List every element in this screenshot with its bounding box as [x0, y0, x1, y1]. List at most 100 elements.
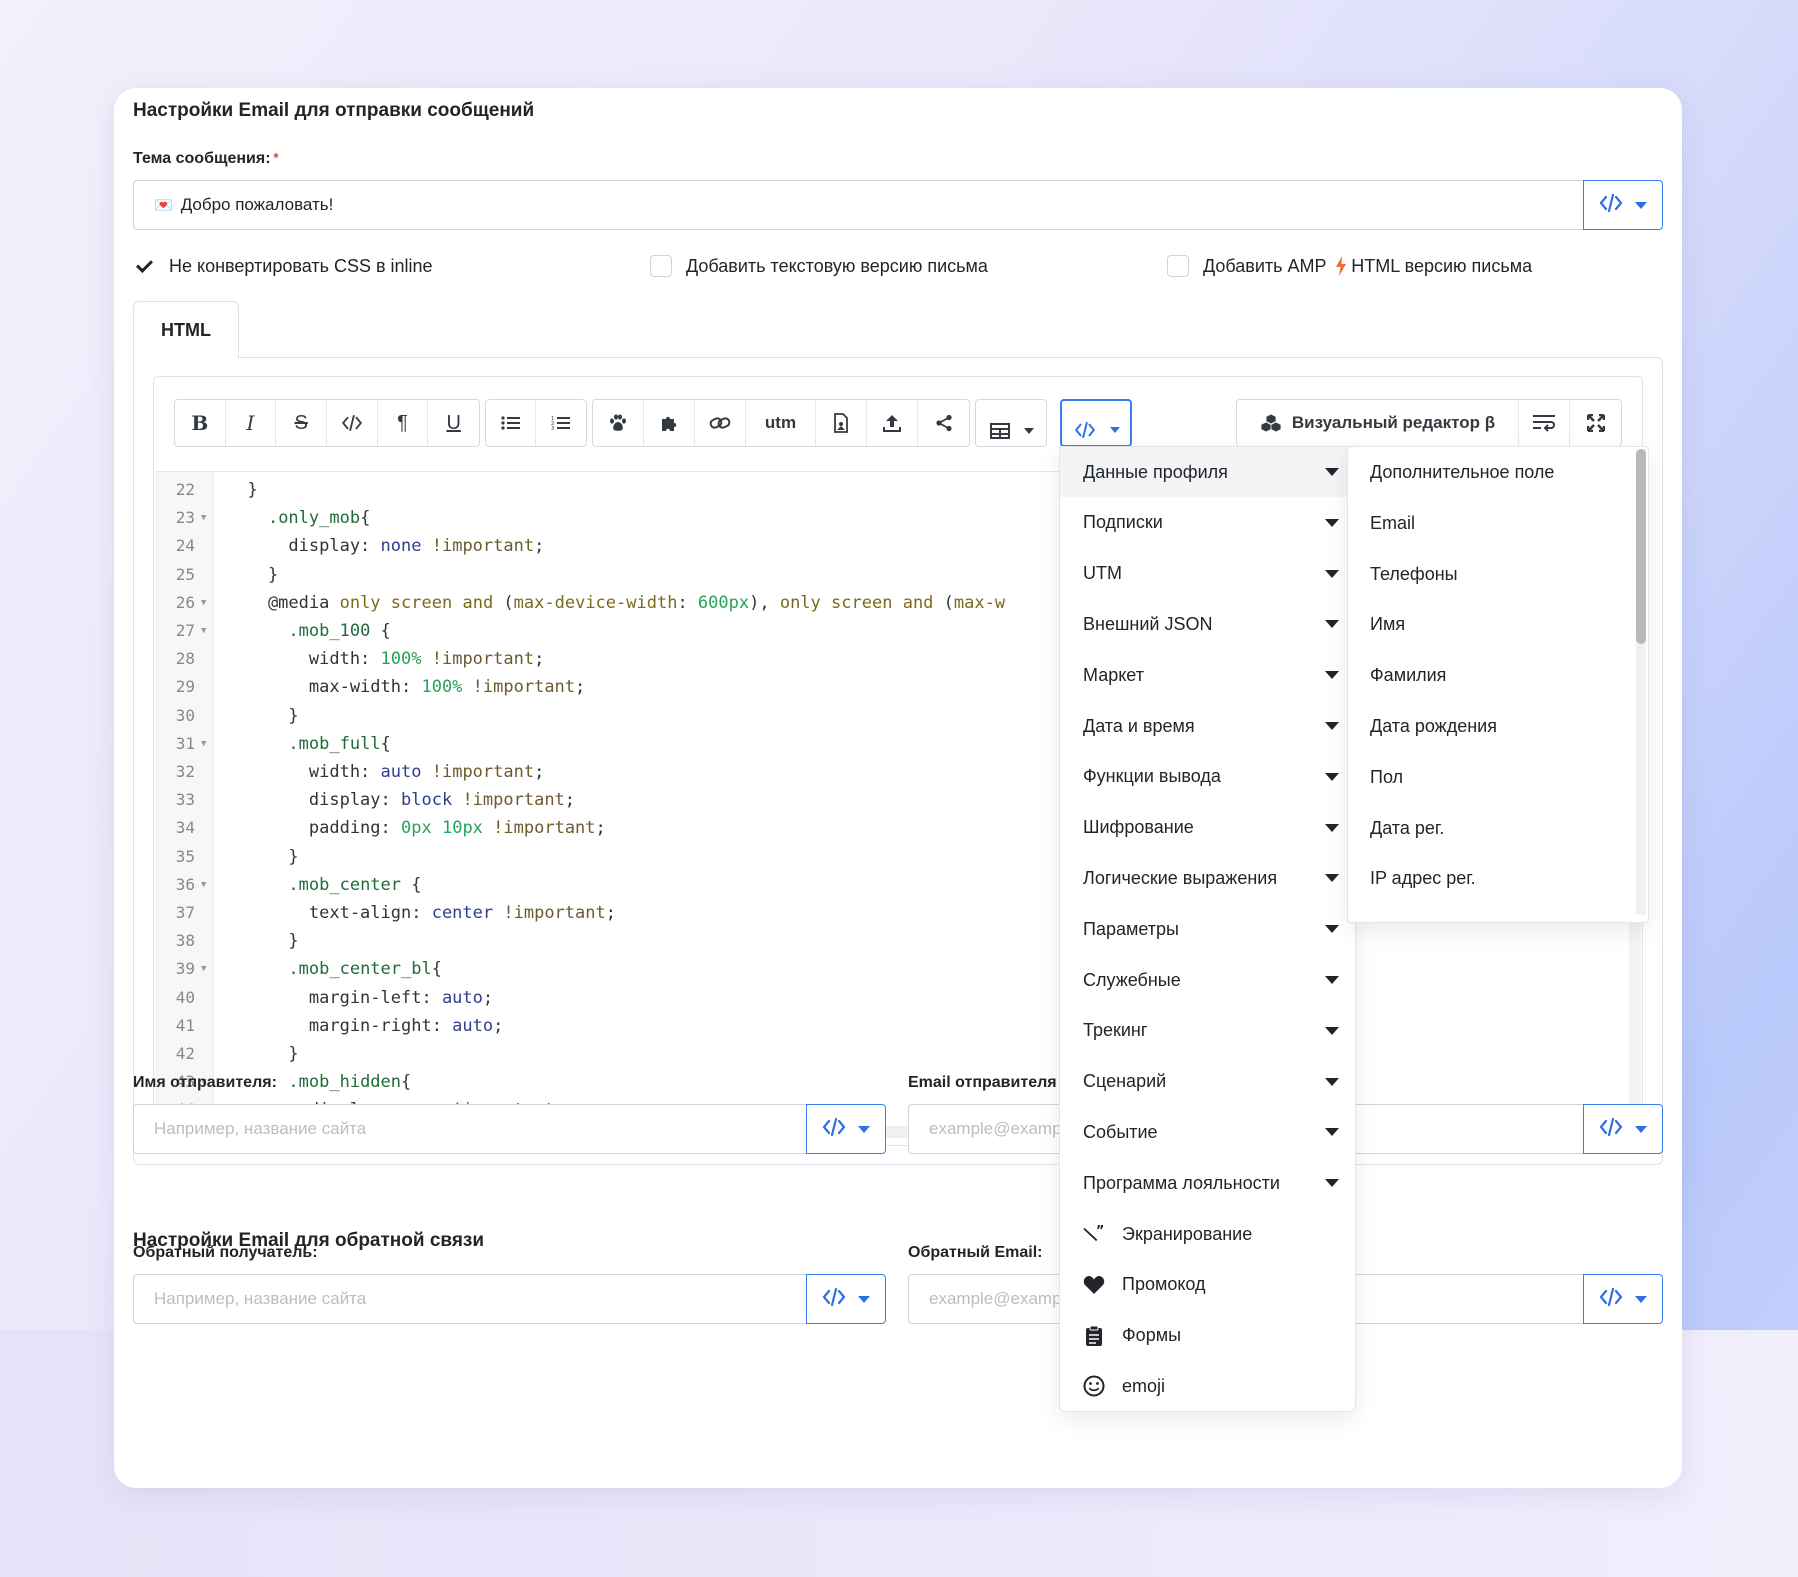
paw-icon	[610, 414, 626, 431]
variables-dropdown-button[interactable]	[1060, 399, 1132, 447]
visual-editor-button[interactable]: Визуальный редактор β	[1237, 400, 1519, 446]
line-number: 25	[175, 564, 195, 584]
puzzle-icon	[662, 416, 677, 431]
fold-arrow-icon[interactable]: ▼	[201, 871, 206, 899]
menu-item[interactable]: emoji	[1060, 1361, 1355, 1411]
chevron-down-icon	[1024, 427, 1034, 434]
fold-arrow-icon[interactable]: ▼	[201, 617, 206, 645]
wrap-button[interactable]	[1519, 400, 1570, 446]
submenu-item[interactable]: Дата рождения	[1370, 701, 1497, 751]
line-number: 27	[175, 621, 195, 640]
menu-item[interactable]: Данные профиля	[1060, 447, 1355, 497]
fold-arrow-icon[interactable]: ▼	[201, 589, 206, 617]
menu-item[interactable]: Трекинг	[1060, 1006, 1355, 1056]
menu-item[interactable]: Маркет	[1060, 650, 1355, 700]
menu-item[interactable]: ” Экранирование	[1060, 1209, 1355, 1259]
menu-item[interactable]: Событие	[1060, 1107, 1355, 1157]
line-number: 23	[175, 508, 195, 528]
submenu-item[interactable]: Телефоны	[1370, 549, 1458, 599]
feedback-recipient-input[interactable]: Например, название сайта	[133, 1274, 808, 1324]
amp-suffix: HTML версию письма	[1351, 255, 1533, 276]
menu-item[interactable]: Логические выражения	[1060, 853, 1355, 903]
menu-item[interactable]: Программа лояльности	[1060, 1158, 1355, 1208]
menu-item[interactable]: Дата и время	[1060, 701, 1355, 751]
fold-arrow-icon[interactable]: ▼	[201, 955, 206, 983]
subject-code-button[interactable]	[1583, 180, 1663, 230]
amp-version-checkbox[interactable]: Добавить AMP HTML версию письма	[1167, 255, 1532, 277]
caret-down-icon	[1325, 468, 1339, 476]
code-icon	[822, 1287, 846, 1311]
table-dropdown-button[interactable]	[975, 399, 1047, 447]
sender-name-code-button[interactable]	[806, 1104, 886, 1154]
code-icon	[1599, 193, 1623, 217]
table-dropdown-content	[976, 400, 1034, 446]
strikethrough-button[interactable]: S	[276, 400, 328, 446]
paragraph-icon: ¶	[397, 411, 408, 434]
fold-arrow-icon[interactable]: ▼	[201, 504, 206, 532]
subject-input[interactable]: 💌 Добро пожаловать!	[133, 180, 1585, 230]
checkbox-icon[interactable]	[1167, 255, 1189, 277]
code-text: .mob_center {	[288, 874, 422, 895]
paw-button[interactable]	[593, 400, 644, 446]
menu-item[interactable]: Функции вывода	[1060, 752, 1355, 802]
checkbox-icon[interactable]	[650, 255, 672, 277]
tab-html[interactable]: HTML	[133, 301, 239, 358]
menu-item-label: Параметры	[1083, 918, 1179, 939]
menu-item[interactable]: Промокод	[1060, 1260, 1355, 1310]
checkbox-checked-icon[interactable]	[133, 255, 155, 277]
code-text: max-width: 100% !important;	[227, 677, 586, 698]
upload-button[interactable]	[867, 400, 918, 446]
code-line[interactable]: 43 ▼ .mob_hidden{	[155, 1068, 1641, 1096]
submenu-scroll-thumb[interactable]	[1636, 449, 1646, 644]
fullscreen-button[interactable]	[1570, 400, 1621, 446]
submenu-item[interactable]: Дата рег.	[1370, 803, 1444, 853]
share-button[interactable]	[918, 400, 969, 446]
svg-text:”: ”	[1096, 1225, 1104, 1239]
submenu-scrollbar[interactable]	[1636, 449, 1646, 915]
code-icon	[822, 1117, 846, 1141]
submenu-item[interactable]: Имя	[1370, 599, 1405, 649]
inline-css-checkbox[interactable]: Не конвертировать CSS в inline	[133, 255, 433, 277]
file-button[interactable]	[816, 400, 867, 446]
menu-item[interactable]: Формы	[1060, 1311, 1355, 1361]
submenu-item[interactable]: Email	[1370, 498, 1415, 548]
paragraph-button[interactable]: ¶	[378, 400, 429, 446]
sender-email-code-button[interactable]	[1583, 1104, 1663, 1154]
menu-item[interactable]: Служебные	[1060, 955, 1355, 1005]
puzzle-button[interactable]	[644, 400, 695, 446]
feedback-email-code-button[interactable]	[1583, 1274, 1663, 1324]
line-number: 33	[175, 790, 195, 810]
code-line[interactable]: 41 margin-right: auto;	[155, 1012, 1641, 1040]
menu-item[interactable]: Параметры	[1060, 904, 1355, 954]
sender-name-input[interactable]: Например, название сайта	[133, 1104, 808, 1154]
code-line[interactable]: 39 ▼ .mob_center_bl{	[155, 955, 1641, 983]
underline-button[interactable]: U	[428, 400, 479, 446]
code-button[interactable]	[327, 400, 378, 446]
submenu-item[interactable]: Пол	[1370, 752, 1403, 802]
feedback-recipient-code-button[interactable]	[806, 1274, 886, 1324]
smile-icon	[1083, 1375, 1105, 1397]
code-line[interactable]: 40 margin-left: auto;	[155, 984, 1641, 1012]
bold-button[interactable]: B	[175, 400, 226, 446]
link-button[interactable]	[695, 400, 746, 446]
menu-item[interactable]: Сценарий	[1060, 1057, 1355, 1107]
text-version-checkbox[interactable]: Добавить текстовую версию письма	[650, 255, 988, 277]
menu-item[interactable]: Подписки	[1060, 498, 1355, 548]
code-line[interactable]: 42 }	[155, 1040, 1641, 1068]
code-line[interactable]: 38 }	[155, 927, 1641, 955]
fold-arrow-icon[interactable]: ▼	[201, 730, 206, 758]
menu-item[interactable]: Внешний JSON	[1060, 599, 1355, 649]
numbered-list-button[interactable]: 123	[536, 400, 586, 446]
italic-button[interactable]: I	[226, 400, 277, 446]
bullet-list-button[interactable]	[486, 400, 537, 446]
utm-button[interactable]: utm	[746, 400, 816, 446]
amp-version-label: Добавить AMP HTML версию письма	[1203, 255, 1533, 277]
menu-item-label: Промокод	[1122, 1274, 1206, 1295]
menu-item-label: emoji	[1122, 1375, 1166, 1396]
submenu-item[interactable]: Фамилия	[1370, 650, 1446, 700]
menu-item[interactable]: Шифрование	[1060, 803, 1355, 853]
menu-item[interactable]: UTM	[1060, 549, 1355, 599]
line-number: 22	[175, 480, 195, 499]
submenu-item[interactable]: IP адрес рег.	[1370, 853, 1476, 903]
submenu-item[interactable]: Дополнительное поле	[1370, 447, 1554, 497]
